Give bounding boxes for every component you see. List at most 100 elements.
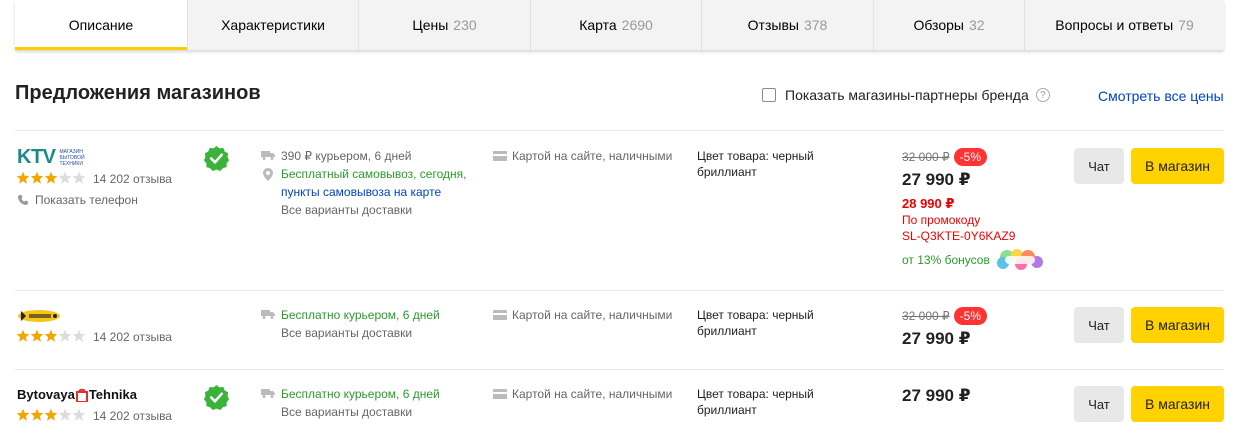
promo-label: По промокоду <box>902 213 981 228</box>
tab-label: Характеристики <box>221 17 325 33</box>
star-icon <box>44 329 58 342</box>
product-tabs: Описание Характеристики Цены 230 Карта 269… <box>15 0 1224 50</box>
all-delivery-options-link[interactable]: Все варианты доставки <box>281 405 412 419</box>
product-color: Цвет товара: черный бриллиант <box>697 149 814 179</box>
price-block: 27 990 ₽ <box>902 386 971 406</box>
delivery-pickup: Бесплатный самовывоз, сегодня, <box>281 167 467 181</box>
rating-stars <box>16 329 86 345</box>
rating-stars <box>16 408 86 424</box>
verified-badge-icon <box>203 384 230 411</box>
star-icon <box>44 408 58 421</box>
shop-logo-icon[interactable] <box>17 308 61 324</box>
tab-prices[interactable]: Цены 230 <box>359 0 531 50</box>
star-icon <box>30 408 44 421</box>
old-price: 32 000 ₽ <box>902 150 950 165</box>
divider <box>15 290 1224 291</box>
to-shop-button[interactable]: В магазин <box>1131 148 1224 184</box>
to-shop-button[interactable]: В магазин <box>1131 386 1224 422</box>
card-icon <box>493 310 507 320</box>
card-icon <box>493 151 507 161</box>
price-block: 32 000 ₽ -5% 27 990 ₽ 28 990 ₽ По промоко… <box>902 148 1045 271</box>
delivery-courier: Бесплатно курьером, 6 дней <box>281 308 440 322</box>
reviews-count[interactable]: 14 202 отзыва <box>93 172 172 186</box>
shop-logo-subtext: магазин бытовой техники <box>59 148 85 167</box>
show-phone-link[interactable]: Показать телефон <box>17 193 138 207</box>
to-shop-button[interactable]: В магазин <box>1131 307 1224 343</box>
all-delivery-options-link[interactable]: Все варианты доставки <box>281 326 412 340</box>
tab-count: 2690 <box>621 17 653 33</box>
delivery-info: Бесплатно курьером, 6 дней Все варианты … <box>261 385 440 421</box>
delivery-courier: 390 ₽ курьером, 6 дней <box>281 149 412 163</box>
discount-badge: -5% <box>953 148 988 166</box>
partner-checkbox[interactable] <box>762 88 776 102</box>
all-delivery-options-link[interactable]: Все варианты доставки <box>281 203 412 217</box>
tab-count: 79 <box>1178 17 1194 33</box>
star-icon <box>58 408 72 421</box>
tab-description[interactable]: Описание <box>15 0 188 50</box>
reviews-count[interactable]: 14 202 отзыва <box>93 409 172 423</box>
payment-methods: Картой на сайте, наличными <box>512 308 673 322</box>
help-icon[interactable]: ? <box>1035 88 1050 102</box>
tab-label: Обзоры <box>913 17 964 33</box>
product-color: Цвет товара: черный бриллиант <box>697 308 814 338</box>
spasibo-bonus-icon <box>996 249 1043 271</box>
tab-count: 378 <box>803 17 828 33</box>
tab-specifications[interactable]: Характеристики <box>188 0 359 50</box>
promo-code: SL-Q3KTE-0Y6KAZ9 <box>902 229 1016 244</box>
star-icon <box>30 329 44 342</box>
shop-logo[interactable]: Bytovaya Tehnika <box>17 387 137 402</box>
tab-reviews[interactable]: Отзывы 378 <box>702 0 874 50</box>
tab-count: 230 <box>453 17 477 33</box>
tab-label: Цены <box>412 17 449 33</box>
truck-icon <box>261 151 275 160</box>
rating: 14 202 отзыва <box>16 171 172 187</box>
price-block: 32 000 ₽ -5% 27 990 ₽ <box>902 307 988 349</box>
tab-questions[interactable]: Вопросы и ответы 79 <box>1025 0 1224 50</box>
chat-button[interactable]: Чат <box>1074 386 1124 422</box>
chat-button[interactable]: Чат <box>1074 307 1124 343</box>
star-icon <box>72 408 86 421</box>
star-icon <box>16 408 30 421</box>
star-icon <box>72 171 86 184</box>
pickup-points-link[interactable]: пункты самовывоза на карте <box>281 185 441 199</box>
divider <box>15 130 1224 131</box>
star-icon <box>30 171 44 184</box>
current-price: 27 990 ₽ <box>902 329 971 349</box>
payment-info: Картой на сайте, наличными <box>493 149 672 163</box>
rating: 14 202 отзыва <box>16 329 172 345</box>
star-icon <box>72 329 86 342</box>
shop-logo-icon <box>75 388 88 402</box>
show-phone-label: Показать телефон <box>35 193 138 207</box>
bonus-text: от 13% бонусов <box>902 253 990 268</box>
reviews-count[interactable]: 14 202 отзыва <box>93 330 172 344</box>
verified-badge-icon <box>203 145 230 172</box>
card-icon <box>493 389 507 399</box>
tab-overviews[interactable]: Обзоры 32 <box>874 0 1025 50</box>
partner-filter[interactable]: Показать магазины-партнеры бренда ? <box>762 87 1050 103</box>
delivery-info: Бесплатно курьером, 6 дней Все варианты … <box>261 306 440 342</box>
star-icon <box>44 171 58 184</box>
tab-label: Вопросы и ответы <box>1055 17 1174 33</box>
star-icon <box>16 171 30 184</box>
divider <box>15 369 1224 370</box>
current-price: 27 990 ₽ <box>902 386 971 405</box>
truck-icon <box>261 389 275 398</box>
old-price: 32 000 ₽ <box>902 309 950 324</box>
rating: 14 202 отзыва <box>16 408 172 424</box>
tab-map[interactable]: Карта 2690 <box>531 0 702 50</box>
payment-methods: Картой на сайте, наличными <box>512 149 673 163</box>
partner-checkbox-label: Показать магазины-партнеры бренда <box>785 87 1029 103</box>
tab-count: 32 <box>968 17 985 33</box>
chat-button[interactable]: Чат <box>1074 148 1124 184</box>
shop-logo[interactable]: KTV магазин бытовой техники <box>17 146 88 169</box>
tab-label: Отзывы <box>747 17 799 33</box>
all-prices-link[interactable]: Смотреть все цены <box>1098 88 1224 104</box>
rating-stars <box>16 171 86 187</box>
shop-logo-text: KTV <box>17 146 56 168</box>
promo-price: 28 990 ₽ <box>902 196 955 212</box>
tab-label: Описание <box>68 17 134 33</box>
star-icon <box>58 171 72 184</box>
payment-info: Картой на сайте, наличными <box>493 308 672 322</box>
delivery-courier: Бесплатно курьером, 6 дней <box>281 387 440 401</box>
star-icon <box>58 329 72 342</box>
